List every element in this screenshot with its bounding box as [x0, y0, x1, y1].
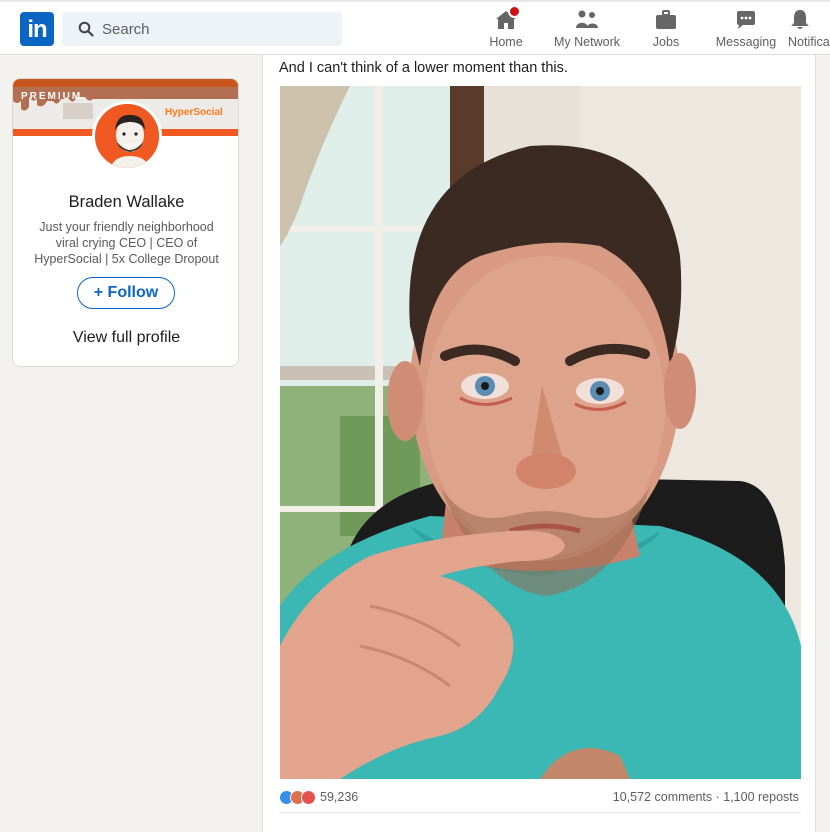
search-input[interactable]: Search	[102, 21, 150, 38]
premium-badge: PREMIUM	[21, 91, 83, 102]
avatar[interactable]	[92, 101, 162, 171]
nav-messaging[interactable]: Messaging	[712, 8, 780, 54]
search-box[interactable]: Search	[62, 12, 342, 46]
nav-messaging-label: Messaging	[715, 35, 777, 49]
messaging-icon	[734, 8, 758, 32]
notification-badge	[508, 5, 521, 18]
jobs-icon	[654, 8, 678, 32]
nav-home-label: Home	[489, 35, 523, 49]
nav-home[interactable]: Home	[486, 5, 526, 54]
crying-selfie-image	[280, 86, 801, 779]
nav-my-network[interactable]: My Network	[550, 8, 624, 54]
profile-card: PREMIUM HyperSocial Braden Wallake Just …	[12, 78, 239, 367]
love-reaction-icon	[301, 789, 316, 805]
comments-reposts-count[interactable]: 10,572 comments · 1,100 reposts	[613, 790, 799, 804]
reactions-summary[interactable]: 59,236	[279, 788, 358, 806]
follow-button[interactable]: + Follow	[77, 277, 175, 309]
nav-jobs-label: Jobs	[652, 35, 680, 49]
bell-icon	[788, 8, 812, 32]
reaction-count: 59,236	[320, 790, 359, 804]
home-icon	[494, 5, 521, 32]
post-divider	[279, 812, 801, 813]
linkedin-logo-icon[interactable]: in	[20, 12, 54, 46]
search-icon	[78, 21, 94, 37]
nav-jobs[interactable]: Jobs	[648, 8, 684, 54]
profile-name[interactable]: Braden Wallake	[13, 193, 238, 212]
nav-my-network-label: My Network	[554, 35, 620, 49]
profile-headline: Just your friendly neighborhood viral cr…	[34, 220, 219, 266]
top-navigation: in Search Home My Network Jobs Messaging…	[0, 0, 830, 55]
network-icon	[575, 8, 599, 32]
post-text: And I can't think of a lower moment than…	[279, 60, 568, 76]
nav-notifications-label: Notifications	[788, 35, 830, 49]
nav-notifications[interactable]: Notifications	[788, 8, 830, 54]
post-photo[interactable]	[280, 86, 801, 779]
hypersocial-logo: HyperSocial	[165, 107, 223, 118]
feed-post: And I can't think of a lower moment than…	[262, 55, 816, 832]
view-full-profile-link[interactable]: View full profile	[13, 329, 238, 347]
